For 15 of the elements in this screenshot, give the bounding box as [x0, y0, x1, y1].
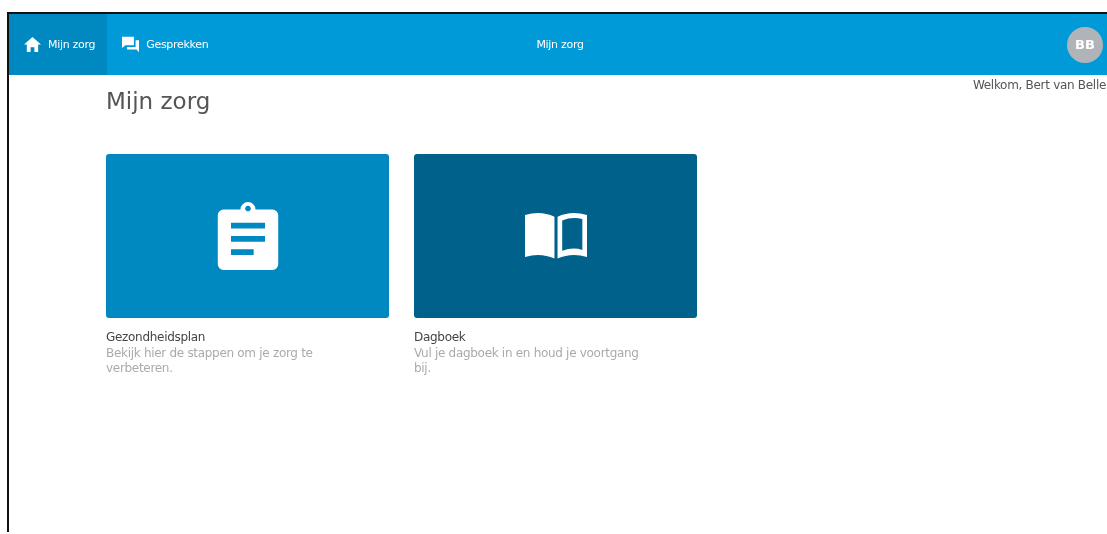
- home-icon: [23, 36, 42, 53]
- avatar[interactable]: BB: [1067, 26, 1103, 63]
- nav-tab[interactable]: Gesprekken: [107, 14, 221, 75]
- card-description: Bekijk hier de stappen om je zorg te verbeteren.: [106, 346, 314, 376]
- nav-tab[interactable]: Mijn zorg: [9, 14, 108, 75]
- app-title: Mijn zorg: [536, 38, 584, 51]
- clipboard-icon: [216, 202, 279, 270]
- card-tile[interactable]: [106, 154, 389, 318]
- card-title[interactable]: Gezondheidsplan: [106, 330, 389, 344]
- chat-icon: [121, 36, 141, 53]
- card-title[interactable]: Dagboek: [414, 330, 697, 344]
- card-description: Vul je dagboek in en houd je voortgang bij.: [414, 346, 640, 376]
- welcome-text: Welkom, Bert van Belle: [972, 78, 1106, 92]
- page-title: Mijn zorg: [106, 88, 212, 114]
- card-tile[interactable]: [414, 154, 697, 318]
